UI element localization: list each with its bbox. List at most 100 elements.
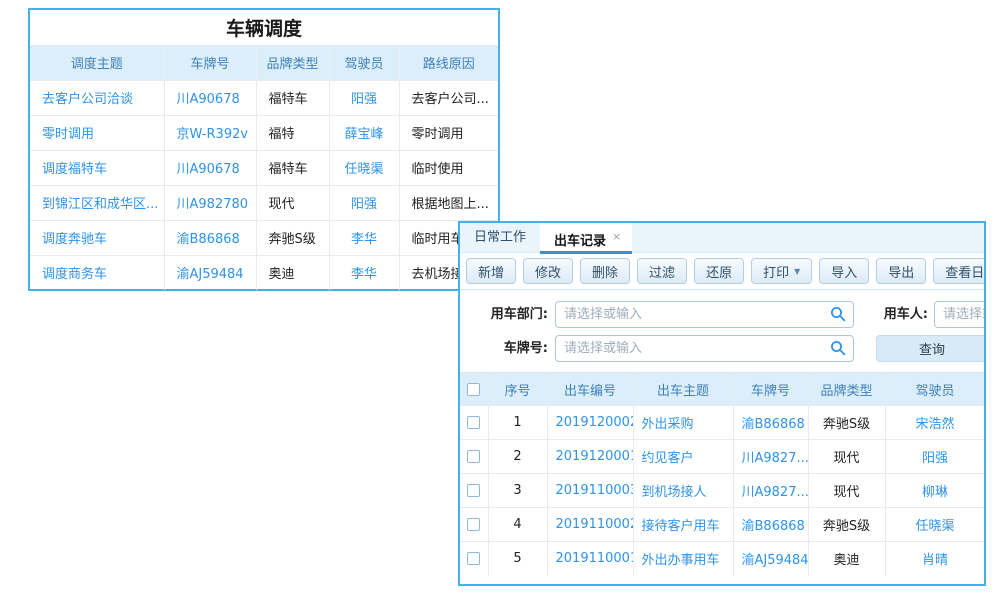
tab-label: 出车记录: [554, 234, 606, 249]
toolbar-button-label: 还原: [706, 262, 732, 281]
plate-number-link[interactable]: 渝AJ59484: [733, 542, 808, 576]
row-checkbox-cell: [460, 542, 488, 576]
trip-code-link[interactable]: 2019120002: [547, 406, 633, 440]
route-reason-cell: 零时调用: [399, 115, 498, 150]
trip-subject-link[interactable]: 外出采购: [633, 406, 733, 440]
trip-subject-link[interactable]: 接待客户用车: [633, 508, 733, 542]
query-button[interactable]: 查询: [876, 335, 986, 362]
index-cell: 3: [488, 474, 547, 508]
trip-code-link[interactable]: 2019110003: [547, 474, 633, 508]
brand-cell: 现代: [808, 474, 885, 508]
table-row: 2 2019120001 约见客户 川A9827... 现代 阳强: [460, 440, 985, 474]
toolbar-button-label: 修改: [535, 262, 561, 281]
toolbar-button[interactable]: 过滤: [637, 258, 687, 284]
trip-subject-link[interactable]: 外出办事用车: [633, 542, 733, 576]
plate-number-link[interactable]: 渝B86868: [164, 220, 256, 255]
brand-cell: 现代: [256, 185, 329, 220]
column-header: 调度主题: [30, 46, 164, 80]
row-checkbox[interactable]: [467, 518, 480, 531]
toolbar-button[interactable]: 还原: [694, 258, 744, 284]
trip-subject-link[interactable]: 到机场接人: [633, 474, 733, 508]
department-input[interactable]: [555, 301, 854, 328]
toolbar-button[interactable]: 导入: [819, 258, 869, 284]
row-checkbox[interactable]: [467, 552, 480, 565]
toolbar-button-label: 打印: [763, 262, 789, 281]
records-header-row: 序号出车编号出车主题车牌号品牌类型驾驶员: [460, 373, 985, 406]
records-table: 序号出车编号出车主题车牌号品牌类型驾驶员 1 2019120002 外出采购 渝…: [460, 372, 986, 576]
caret-down-icon: ▼: [794, 267, 800, 276]
column-header: 品牌类型: [808, 373, 885, 406]
column-header: 品牌类型: [256, 46, 329, 80]
driver-link[interactable]: 宋浩然: [885, 406, 985, 440]
trip-subject-link[interactable]: 约见客户: [633, 440, 733, 474]
plate-number-link[interactable]: 川A9827...: [733, 440, 808, 474]
toolbar-button[interactable]: 打印 ▼: [751, 258, 812, 284]
driver-link[interactable]: 柳琳: [885, 474, 985, 508]
toolbar-button[interactable]: 删除: [580, 258, 630, 284]
driver-link[interactable]: 任晓渠: [885, 508, 985, 542]
row-checkbox[interactable]: [467, 450, 480, 463]
toolbar-button[interactable]: 修改: [523, 258, 573, 284]
row-checkbox-cell: [460, 474, 488, 508]
driver-link[interactable]: 肖晴: [885, 542, 985, 576]
toolbar-button[interactable]: 查看日志: [933, 258, 986, 284]
trip-code-link[interactable]: 2019110002: [547, 508, 633, 542]
brand-cell: 奥迪: [808, 542, 885, 576]
index-cell: 5: [488, 542, 547, 576]
close-icon[interactable]: ×: [612, 230, 621, 243]
trip-code-link[interactable]: 2019110001: [547, 542, 633, 576]
plate-number-link[interactable]: 川A90678: [164, 150, 256, 185]
table-row: 去客户公司洽谈 川A90678 福特车 阳强 去客户公司...: [30, 80, 498, 115]
trip-code-link[interactable]: 2019120001: [547, 440, 633, 474]
plate-number-link[interactable]: 川A9827...: [733, 474, 808, 508]
dispatch-subject-link[interactable]: 到锦江区和成华区...: [30, 185, 164, 220]
row-checkbox[interactable]: [467, 416, 480, 429]
dispatch-header-row: 调度主题车牌号品牌类型驾驶员路线原因: [30, 46, 498, 80]
driver-link[interactable]: 李华: [329, 255, 399, 290]
driver-link[interactable]: 李华: [329, 220, 399, 255]
plate-number-link[interactable]: 川A90678: [164, 80, 256, 115]
search-icon[interactable]: [830, 340, 846, 356]
table-row: 调度奔驰车 渝B86868 奔驰S级 李华 临时用车: [30, 220, 498, 255]
index-cell: 2: [488, 440, 547, 474]
row-checkbox[interactable]: [467, 484, 480, 497]
plate-number-link[interactable]: 渝B86868: [733, 508, 808, 542]
plate-input[interactable]: [555, 335, 854, 362]
brand-cell: 奔驰S级: [256, 220, 329, 255]
driver-link[interactable]: 阳强: [329, 80, 399, 115]
plate-number-link[interactable]: 京W-R392v: [164, 115, 256, 150]
toolbar-button-label: 新增: [478, 262, 504, 281]
plate-number-link[interactable]: 川A982780: [164, 185, 256, 220]
driver-link[interactable]: 任晓渠: [329, 150, 399, 185]
plate-number-link[interactable]: 渝AJ59484: [164, 255, 256, 290]
user-input[interactable]: [934, 301, 986, 328]
department-label: 用车部门:: [460, 301, 548, 328]
driver-link[interactable]: 阳强: [329, 185, 399, 220]
tab-daily-work[interactable]: 日常工作: [460, 223, 540, 252]
driver-link[interactable]: 薛宝峰: [329, 115, 399, 150]
screen: 车辆调度 调度主题车牌号品牌类型驾驶员路线原因 去客户公司洽谈 川A90678 …: [0, 0, 1000, 600]
table-row: 5 2019110001 外出办事用车 渝AJ59484 奥迪 肖晴: [460, 542, 985, 576]
dispatch-subject-link[interactable]: 去客户公司洽谈: [30, 80, 164, 115]
dispatch-subject-link[interactable]: 零时调用: [30, 115, 164, 150]
dispatch-subject-link[interactable]: 调度福特车: [30, 150, 164, 185]
toolbar-button-label: 过滤: [649, 262, 675, 281]
driver-link[interactable]: 阳强: [885, 440, 985, 474]
column-header: 驾驶员: [885, 373, 985, 406]
table-row: 4 2019110002 接待客户用车 渝B86868 奔驰S级 任晓渠: [460, 508, 985, 542]
toolbar-button[interactable]: 新增: [466, 258, 516, 284]
table-row: 到锦江区和成华区... 川A982780 现代 阳强 根据地图上...: [30, 185, 498, 220]
column-header: 出车编号: [547, 373, 633, 406]
vehicle-dispatch-panel: 车辆调度 调度主题车牌号品牌类型驾驶员路线原因 去客户公司洽谈 川A90678 …: [28, 8, 500, 291]
toolbar-button[interactable]: 导出: [876, 258, 926, 284]
dispatch-subject-link[interactable]: 调度商务车: [30, 255, 164, 290]
toolbar-button-label: 查看日志: [945, 262, 986, 281]
tab-trip-records[interactable]: 出车记录 ×: [540, 223, 632, 254]
dispatch-subject-link[interactable]: 调度奔驰车: [30, 220, 164, 255]
plate-number-link[interactable]: 渝B86868: [733, 406, 808, 440]
column-header: 驾驶员: [329, 46, 399, 80]
search-icon[interactable]: [830, 306, 846, 322]
select-all-checkbox[interactable]: [467, 383, 480, 396]
user-label: 用车人:: [850, 301, 928, 328]
route-reason-cell: 去客户公司...: [399, 80, 498, 115]
